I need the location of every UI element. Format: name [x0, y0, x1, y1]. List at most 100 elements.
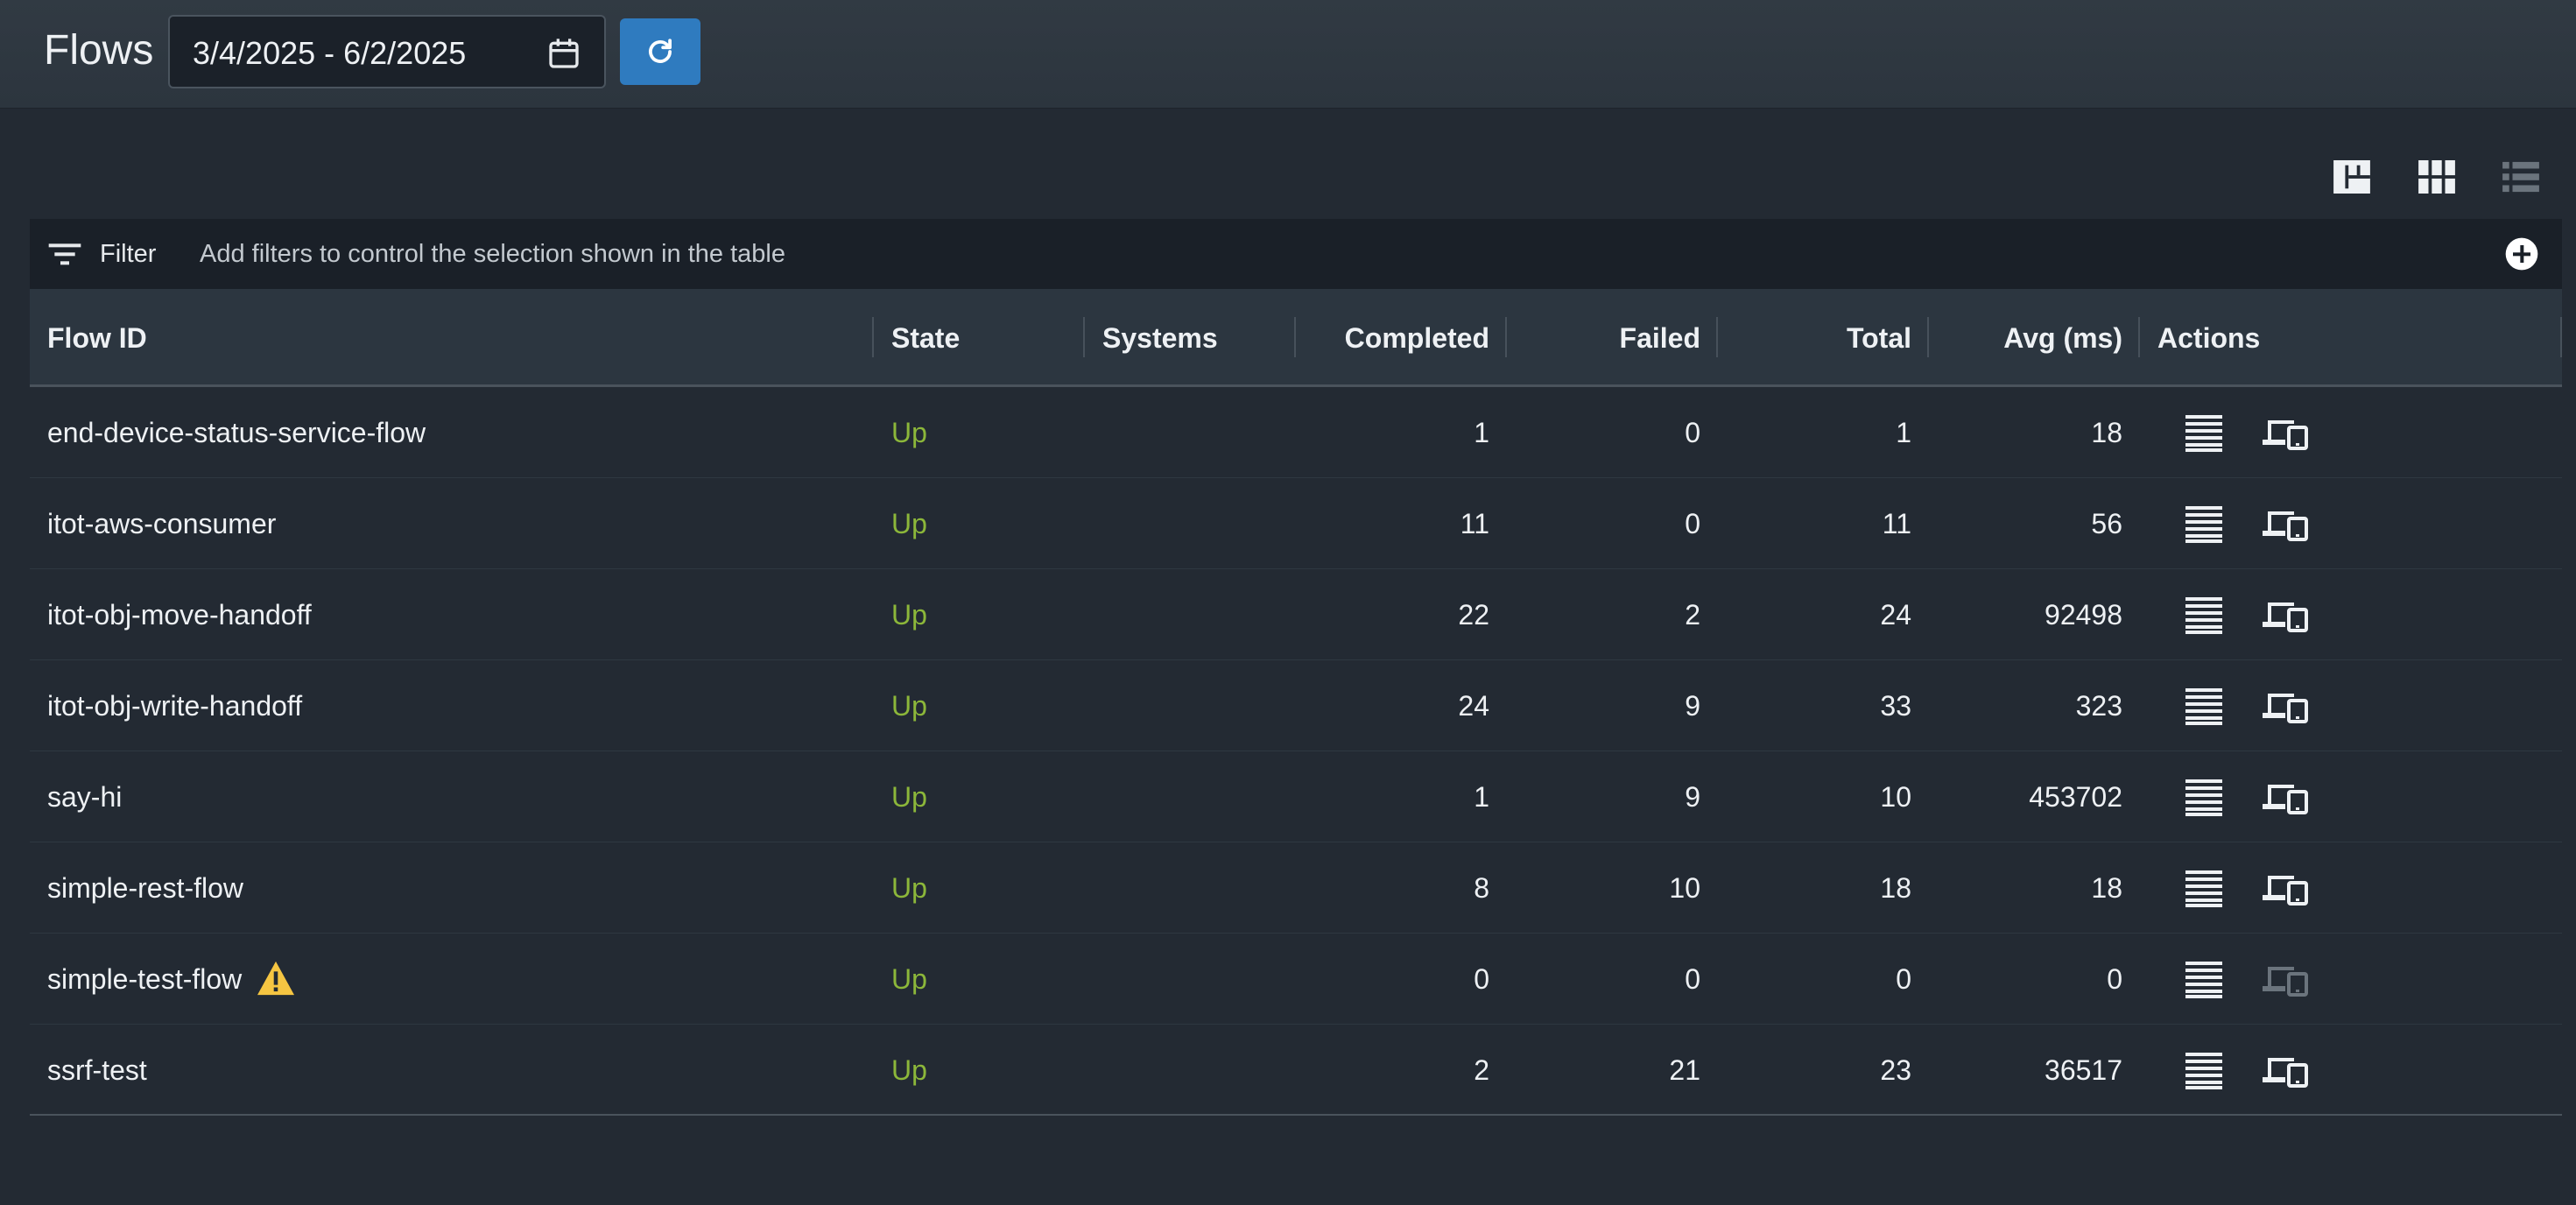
state-cell: Up: [891, 963, 927, 995]
avg-cell: 323: [2075, 690, 2122, 722]
devices-icon[interactable]: [2263, 506, 2308, 541]
avg-cell: 92498: [2045, 599, 2122, 631]
table-row[interactable]: simple-test-flow Up 0 0 0 0: [30, 934, 2562, 1025]
total-cell: 10: [1880, 781, 1911, 813]
failed-cell: 21: [1669, 1054, 1700, 1086]
systems-cell: [1085, 1025, 1296, 1116]
avg-cell: 56: [2091, 508, 2122, 539]
column-header-systems[interactable]: Systems: [1085, 289, 1296, 387]
state-cell: Up: [891, 508, 927, 539]
completed-cell: 1: [1474, 781, 1489, 813]
flow-id-cell[interactable]: itot-aws-consumer: [30, 478, 874, 569]
total-cell: 11: [1882, 508, 1911, 539]
calendar-icon[interactable]: [546, 36, 581, 71]
completed-cell: 1: [1474, 417, 1489, 448]
devices-icon[interactable]: [2263, 1053, 2308, 1088]
details-list-icon[interactable]: [2185, 960, 2222, 998]
total-cell: 1: [1896, 417, 1911, 448]
column-header-state[interactable]: State: [874, 289, 1085, 387]
completed-cell: 24: [1458, 690, 1489, 722]
table-row[interactable]: itot-obj-write-handoff Up 24 9 33 323: [30, 660, 2562, 751]
grid-view-icon[interactable]: [2418, 160, 2455, 194]
systems-cell: [1085, 569, 1296, 660]
refresh-button[interactable]: [620, 18, 700, 85]
flow-id-cell[interactable]: itot-obj-write-handoff: [30, 660, 874, 751]
state-cell: Up: [891, 1054, 927, 1086]
details-list-icon[interactable]: [2185, 413, 2222, 452]
completed-cell: 0: [1474, 963, 1489, 995]
filter-icon: [48, 243, 81, 265]
table-row[interactable]: simple-rest-flow Up 8 10 18 18: [30, 842, 2562, 934]
flow-id-cell[interactable]: end-device-status-service-flow: [30, 387, 874, 478]
completed-cell: 2: [1474, 1054, 1489, 1086]
table-row[interactable]: ssrf-test Up 2 21 23 36517: [30, 1025, 2562, 1116]
column-header-total[interactable]: Total: [1718, 289, 1929, 387]
failed-cell: 2: [1685, 599, 1700, 631]
devices-icon[interactable]: [2263, 779, 2308, 814]
add-circle-icon[interactable]: [2504, 236, 2539, 271]
devices-icon[interactable]: [2263, 415, 2308, 450]
failed-cell: 0: [1685, 963, 1700, 995]
column-header-actions: Actions: [2140, 289, 2562, 387]
failed-cell: 10: [1669, 872, 1700, 904]
details-list-icon[interactable]: [2185, 869, 2222, 907]
table-body: end-device-status-service-flow Up 1 0 1 18 ito…: [30, 387, 2562, 1116]
flows-table: Flow ID State Systems Completed Failed T…: [30, 289, 2562, 1116]
flow-id-cell[interactable]: simple-test-flow: [30, 934, 874, 1025]
flow-id-cell[interactable]: simple-rest-flow: [30, 842, 874, 934]
systems-cell: [1085, 751, 1296, 842]
date-range-picker[interactable]: 3/4/2025 - 6/2/2025: [168, 15, 606, 88]
table-row[interactable]: say-hi Up 1 9 10 453702: [30, 751, 2562, 842]
table-row[interactable]: itot-aws-consumer Up 11 0 11 56: [30, 478, 2562, 569]
column-header-avg[interactable]: Avg (ms): [1929, 289, 2140, 387]
total-cell: 0: [1896, 963, 1911, 995]
flow-id-cell[interactable]: ssrf-test: [30, 1025, 874, 1116]
details-list-icon[interactable]: [2185, 504, 2222, 543]
devices-icon[interactable]: [2263, 870, 2308, 906]
devices-icon[interactable]: [2263, 597, 2308, 632]
state-cell: Up: [891, 417, 927, 448]
refresh-icon: [649, 39, 672, 63]
flow-id-cell[interactable]: itot-obj-move-handoff: [30, 569, 874, 660]
state-cell: Up: [891, 690, 927, 722]
total-cell: 33: [1880, 690, 1911, 722]
column-header-failed[interactable]: Failed: [1507, 289, 1718, 387]
total-cell: 24: [1880, 599, 1911, 631]
completed-cell: 8: [1474, 872, 1489, 904]
filter-hint: Add filters to control the selection sho…: [200, 240, 785, 268]
state-cell: Up: [891, 599, 927, 631]
details-list-icon[interactable]: [2185, 1051, 2222, 1089]
state-cell: Up: [891, 781, 927, 813]
date-range-value: 3/4/2025 - 6/2/2025: [193, 35, 467, 71]
avg-cell: 36517: [2045, 1054, 2122, 1086]
devices-icon: [2263, 967, 2308, 997]
systems-cell: [1085, 934, 1296, 1025]
details-list-icon[interactable]: [2185, 778, 2222, 816]
table-row[interactable]: itot-obj-move-handoff Up 22 2 24 92498: [30, 569, 2562, 660]
systems-cell: [1085, 478, 1296, 569]
details-list-icon[interactable]: [2185, 595, 2222, 634]
filter-label: Filter: [100, 240, 157, 268]
avg-cell: 18: [2091, 417, 2122, 448]
avg-cell: 453702: [2029, 781, 2122, 813]
avg-cell: 18: [2091, 872, 2122, 904]
column-header-flow-id[interactable]: Flow ID: [30, 289, 874, 387]
flow-id-cell[interactable]: say-hi: [30, 751, 874, 842]
completed-cell: 22: [1458, 599, 1489, 631]
page-title: Flows: [44, 27, 154, 74]
systems-cell: [1085, 660, 1296, 751]
failed-cell: 0: [1685, 417, 1700, 448]
devices-icon[interactable]: [2263, 688, 2308, 723]
table-row[interactable]: end-device-status-service-flow Up 1 0 1 18: [30, 387, 2562, 478]
details-list-icon[interactable]: [2185, 687, 2222, 725]
filter-bar[interactable]: Filter Add filters to control the select…: [30, 219, 2562, 289]
dashboard-view-icon[interactable]: [2333, 160, 2370, 194]
total-cell: 18: [1880, 872, 1911, 904]
total-cell: 23: [1880, 1054, 1911, 1086]
column-header-completed[interactable]: Completed: [1296, 289, 1507, 387]
list-view-icon[interactable]: [2502, 160, 2539, 194]
failed-cell: 0: [1685, 508, 1700, 539]
table-header: Flow ID State Systems Completed Failed T…: [30, 289, 2562, 387]
failed-cell: 9: [1685, 690, 1700, 722]
warning-icon: [257, 961, 295, 995]
